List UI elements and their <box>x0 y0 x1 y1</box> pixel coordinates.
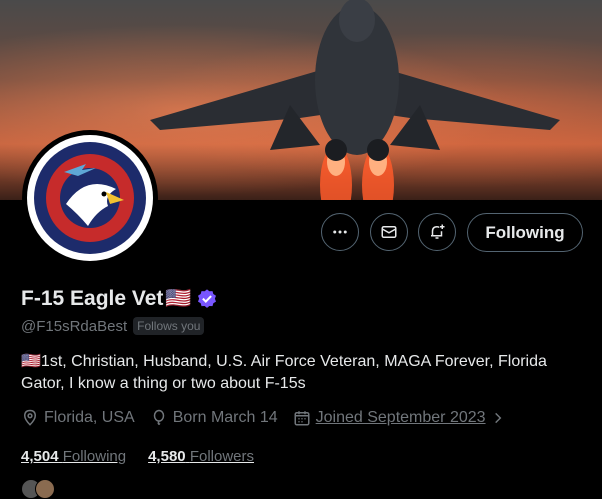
follows-you-badge: Follows you <box>133 317 205 335</box>
location-text: Florida, USA <box>44 409 135 426</box>
notifications-button[interactable] <box>418 213 456 251</box>
following-count: 4,504 <box>21 448 59 465</box>
birthday-text: Born March 14 <box>172 409 278 426</box>
following-count-link[interactable]: 4,504 Following <box>21 448 126 465</box>
handle-row: @F15sRdaBest Follows you <box>21 317 205 335</box>
profile-bio: 🇺🇸1st, Christian, Husband, U.S. Air Forc… <box>21 353 547 392</box>
eagle-crew-chief-patch <box>27 135 153 261</box>
followed-by-avatars[interactable] <box>21 479 55 499</box>
more-horizontal-icon <box>333 230 347 234</box>
verified-badge-icon[interactable] <box>196 288 218 310</box>
display-name: F-15 Eagle Vet <box>21 287 164 310</box>
profile-meta: Florida, USA Born March 14 Joined Septem… <box>21 409 520 427</box>
mini-avatar <box>35 479 55 499</box>
location-pin-icon <box>23 409 37 426</box>
followers-label: Followers <box>189 448 254 465</box>
message-button[interactable] <box>370 213 408 251</box>
location-item: Florida, USA <box>21 409 135 427</box>
followers-count: 4,580 <box>148 448 186 465</box>
profile-avatar[interactable] <box>22 130 158 266</box>
profile-name-row: F-15 Eagle Vet 🇺🇸 <box>21 287 218 311</box>
more-button[interactable] <box>321 213 359 251</box>
joined-text[interactable]: Joined September 2023 <box>316 409 486 427</box>
following-button[interactable]: Following <box>467 213 583 252</box>
follow-stats: 4,504 Following 4,580 Followers <box>21 448 276 465</box>
bell-plus-icon <box>431 224 445 239</box>
us-flag-emoji: 🇺🇸 <box>165 287 192 310</box>
joined-item[interactable]: Joined September 2023 <box>293 409 505 427</box>
balloon-icon <box>153 409 164 426</box>
chevron-right-icon[interactable] <box>491 411 505 425</box>
user-handle: @F15sRdaBest <box>21 317 128 335</box>
following-label: Following <box>62 448 127 465</box>
envelope-icon <box>381 226 397 238</box>
calendar-icon <box>294 411 310 426</box>
followers-count-link[interactable]: 4,580 Followers <box>148 448 254 465</box>
birthday-item: Born March 14 <box>150 409 278 427</box>
